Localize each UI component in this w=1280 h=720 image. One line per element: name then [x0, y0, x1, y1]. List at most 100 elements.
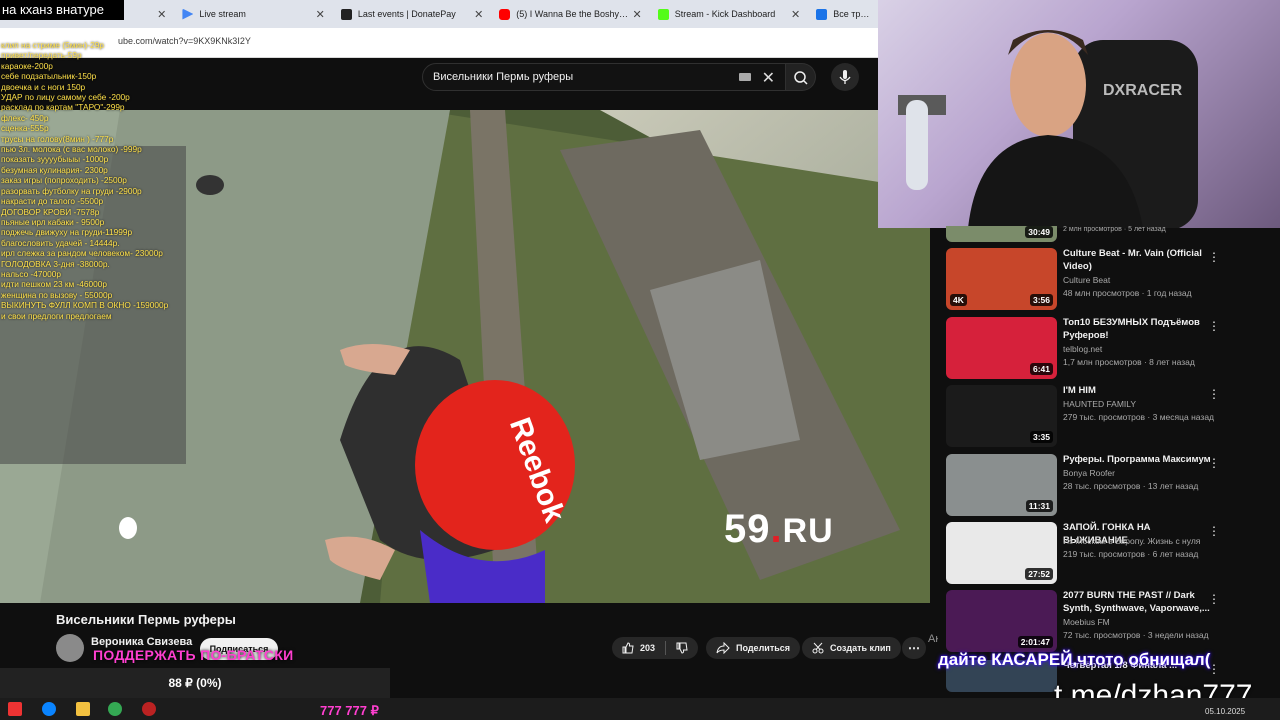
more-actions-button[interactable]: ⋯	[902, 637, 926, 659]
video-title[interactable]: Руферы. Программа Максимум	[1063, 454, 1213, 467]
close-icon[interactable]: ✕	[474, 8, 483, 21]
donation-item: благословить удачей - 14444р.	[1, 237, 120, 248]
clear-icon[interactable]: ✕	[762, 68, 775, 88]
close-icon[interactable]: ✕	[633, 8, 642, 21]
video-meta: 219 тыс. просмотров · 6 лет назад	[1063, 549, 1199, 559]
tab-label: (5) I Wanna Be the Boshy | Wor	[516, 9, 628, 19]
video-thumbnail[interactable]: 6:41	[946, 317, 1057, 379]
game-icon[interactable]	[8, 702, 22, 716]
video-watermark: 59.RU	[724, 507, 834, 552]
tab-donatepay[interactable]: Last events | DonatePay ✕	[333, 0, 491, 28]
ruble-counter: 777 777 ₽	[320, 703, 379, 718]
tab-live-stream[interactable]: Live stream ✕	[174, 0, 332, 28]
create-clip-button[interactable]: Создать клип	[802, 637, 901, 659]
video-title[interactable]: I'M HIM	[1063, 385, 1213, 398]
channel-name[interactable]: telblog.net	[1063, 344, 1102, 354]
channel-name[interactable]: Moebius FM	[1063, 617, 1110, 627]
video-title[interactable]: 2077 BURN THE PAST // Dark Synth, Synthw…	[1063, 590, 1213, 615]
edge-icon[interactable]	[42, 702, 56, 716]
search-icon	[794, 71, 808, 85]
video-thumbnail[interactable]: 30:49	[946, 226, 1057, 242]
video-duration: 11:31	[1025, 500, 1053, 512]
channel-name[interactable]: Culture Beat	[1063, 275, 1110, 285]
recommended-video[interactable]: 6:41 Топ10 БЕЗУМНЫХ Подъёмов Руферов! telb…	[946, 317, 1256, 379]
like-button[interactable]: 203	[622, 642, 655, 654]
more-vert-icon[interactable]: ⋮	[1208, 319, 1220, 333]
video-title[interactable]: Culture Beat - Mr. Vain (Official Video)	[1063, 248, 1213, 273]
donation-item: идти пешком 23 км -46000р	[1, 279, 107, 290]
more-vert-icon[interactable]: ⋮	[1208, 250, 1220, 264]
close-icon[interactable]: ✕	[791, 8, 800, 21]
channel-name[interactable]: Bonya Roofer	[1063, 468, 1115, 478]
video-thumbnail[interactable]: 27:52	[946, 522, 1057, 584]
share-button[interactable]: Поделиться	[706, 637, 801, 659]
video-duration: 27:52	[1025, 568, 1053, 580]
donatepay-icon	[340, 8, 352, 20]
app-icon[interactable]	[142, 702, 156, 716]
donation-item: поджечь движуху на груди-11999р	[1, 227, 133, 238]
like-count: 203	[640, 643, 656, 653]
donation-item: двоечка и с ноги 150р	[1, 81, 86, 92]
video-meta: 72 тыс. просмотров · 3 недели назад	[1063, 630, 1209, 640]
video-title[interactable]: Топ10 БЕЗУМНЫХ Подъёмов Руферов!	[1063, 317, 1213, 342]
video-title: Висельники Пермь руферы	[56, 612, 236, 627]
more-vert-icon[interactable]: ⋮	[1208, 456, 1220, 470]
webcam-overlay: DXRACER	[878, 0, 1280, 228]
support-banner: ПОДДЕРЖАТЬ ПО-БРАТСКИ	[93, 647, 294, 663]
close-icon[interactable]: ✕	[316, 8, 325, 21]
donation-price-list: клип на стриме (5мин)-29р привет/передать…	[1, 40, 185, 321]
browser-tab-bar: Twitch ✕ Live stream ✕ Last events | Don…	[0, 0, 878, 28]
video-thumbnail[interactable]: 4K 3:56	[946, 248, 1057, 310]
donation-goal-bar: 88 ₽ (0%)	[0, 668, 390, 698]
donation-item: привет/передать-59р	[1, 50, 82, 61]
recommended-video[interactable]: 11:31 Руферы. Программа Максимум Bonya Roo…	[946, 454, 1256, 516]
search-button[interactable]	[786, 63, 816, 91]
donation-item: пью 3л. молока (с вас молоко) -999р	[1, 144, 142, 155]
donation-item: безумная кулинария- 2300р	[1, 164, 108, 175]
keyboard-icon[interactable]	[739, 73, 751, 81]
webcam-image: DXRACER	[898, 30, 1198, 228]
watermark-suffix: RU	[782, 512, 834, 550]
donation-item: караоке-200р	[1, 60, 53, 71]
recommended-video[interactable]: 2:01:47 2077 BURN THE PAST // Dark Synth,…	[946, 590, 1256, 652]
windows-taskbar	[0, 698, 1280, 720]
more-vert-icon[interactable]: ⋮	[1208, 592, 1220, 606]
tab-label: Все треки	[833, 9, 870, 19]
close-icon[interactable]: ✕	[157, 8, 166, 21]
donation-item: женщина по вызову - 55000р	[1, 289, 113, 300]
avatar[interactable]	[56, 634, 84, 662]
thumbs-up-icon	[622, 642, 634, 654]
thumbs-down-icon[interactable]	[676, 642, 688, 654]
channel-name[interactable]: Из Москвы в Европу. Жизнь с нуля	[1063, 536, 1200, 546]
video-thumbnail[interactable]: 3:35	[946, 385, 1057, 447]
tab-kick[interactable]: Stream - Kick Dashboard ✕	[650, 0, 808, 28]
video-thumbnail[interactable]: 2:01:47	[946, 590, 1057, 652]
recommended-video[interactable]: 4K 3:56 Culture Beat - Mr. Vain (Official …	[946, 248, 1256, 310]
recommended-video[interactable]: 27:52 ЗАПОЙ. ГОНКА НА ВЫЖИВАНИЕ Из Москвы …	[946, 522, 1256, 584]
donation-item: УДАР по лицу самому себе -200р	[1, 92, 130, 103]
kick-icon	[657, 8, 669, 20]
donation-item: ДОГОВОР КРОВИ -7578р	[1, 206, 100, 217]
share-icon	[716, 642, 730, 654]
mic-icon	[839, 70, 851, 84]
folder-icon[interactable]	[76, 702, 90, 716]
tab-tracks[interactable]: Все треки	[808, 0, 878, 28]
tab-youtube[interactable]: (5) I Wanna Be the Boshy | Wor ✕	[491, 0, 649, 28]
like-dislike-group: 203	[612, 637, 699, 659]
stream-caption: дайте КАСАРЕЙ,чтото обнищал(	[938, 650, 1211, 669]
donation-item: ВЫКИНУТЬ ФУЛЛ КОМП В ОКНО -159000р	[1, 300, 169, 311]
search-input[interactable]: Висельники Пермь руферы ✕	[422, 63, 786, 91]
donation-item: трусы на голову(8мин ) -777р	[1, 133, 114, 144]
more-vert-icon[interactable]: ⋮	[1208, 387, 1220, 401]
recommended-video[interactable]: 3:35 I'M HIM HAUNTED FAMILY 279 тыс. просмо…	[946, 385, 1256, 447]
recommended-video[interactable]: 30:49 2 млн просмотров · 5 лет назад	[946, 226, 1256, 242]
donation-item: ГОЛОДОВКА 3-дня -38000р.	[1, 258, 110, 269]
donation-item: расклад по картам "ТАРО"-299р	[1, 102, 125, 113]
channel-name[interactable]: HAUNTED FAMILY	[1063, 399, 1136, 409]
chrome-icon[interactable]	[108, 702, 122, 716]
more-vert-icon[interactable]: ⋮	[1208, 524, 1220, 538]
video-meta: 2 млн просмотров · 5 лет назад	[1063, 226, 1166, 233]
voice-search-button[interactable]	[831, 63, 859, 91]
video-thumbnail[interactable]: 11:31	[946, 454, 1057, 516]
music-icon	[816, 8, 828, 20]
